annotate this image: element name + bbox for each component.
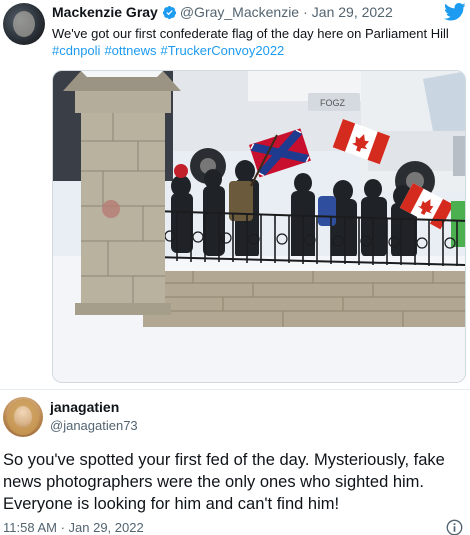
info-icon[interactable] bbox=[446, 519, 463, 535]
reply-author-avatar[interactable] bbox=[3, 397, 43, 437]
author-handle[interactable]: @Gray_Mackenzie bbox=[180, 4, 299, 20]
author-name[interactable]: Mackenzie Gray bbox=[52, 4, 158, 20]
hashtag-link[interactable]: #cdnpoli bbox=[52, 43, 100, 58]
hashtag-link[interactable]: #TruckerConvoy2022 bbox=[160, 43, 284, 58]
reply-text: So you've spotted your first fed of the … bbox=[3, 451, 445, 513]
reply-author-handle[interactable]: @janagatien73 bbox=[50, 418, 138, 433]
reply-timestamp[interactable]: 11:58 AM · Jan 29, 2022 bbox=[3, 520, 144, 535]
twitter-bird-icon[interactable] bbox=[444, 2, 466, 22]
author-avatar[interactable] bbox=[3, 3, 45, 45]
tweet-body: We've got our first confederate flag of … bbox=[52, 26, 449, 41]
photo-scene: FOGZ bbox=[53, 71, 465, 382]
original-tweet: Mackenzie Gray @Gray_Mackenzie · Jan 29,… bbox=[0, 0, 470, 390]
hashtag-list: #cdnpoli #ottnews #TruckerConvoy2022 bbox=[52, 42, 462, 59]
separator-dot: · bbox=[303, 4, 308, 20]
tweet-date[interactable]: Jan 29, 2022 bbox=[312, 4, 393, 20]
tweet-header: Mackenzie Gray @Gray_Mackenzie · Jan 29,… bbox=[52, 4, 393, 20]
divider bbox=[0, 389, 470, 390]
tweet-photo[interactable]: FOGZ bbox=[52, 70, 466, 383]
hashtag-link[interactable]: #ottnews bbox=[104, 43, 156, 58]
reply-author-name[interactable]: janagatien bbox=[50, 399, 119, 415]
verified-badge-icon bbox=[162, 5, 176, 19]
tweet-text: We've got our first confederate flag of … bbox=[52, 25, 462, 59]
truck-logo: FOGZ bbox=[320, 98, 345, 108]
